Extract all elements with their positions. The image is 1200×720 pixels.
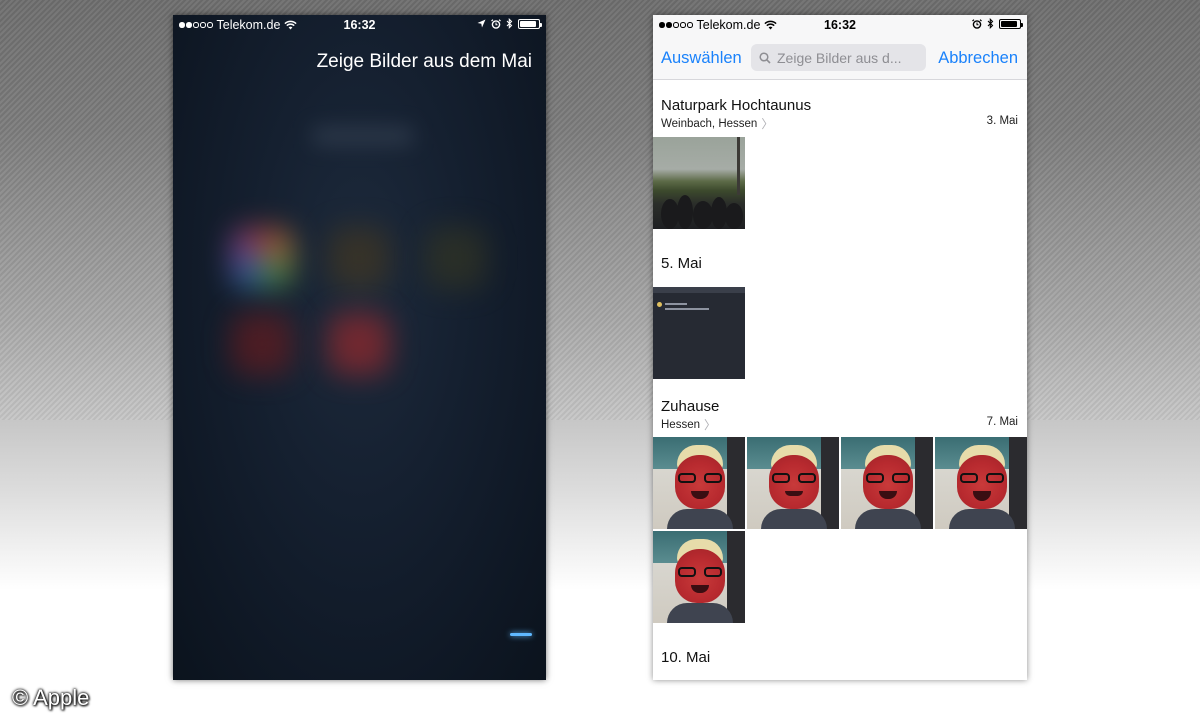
cancel-button[interactable]: Abbrechen bbox=[938, 49, 1018, 68]
section-date: 7. Mai bbox=[986, 416, 1018, 428]
chevron-right-icon: 〉 bbox=[704, 418, 717, 432]
blurred-app-2 bbox=[328, 227, 390, 289]
blurred-app-4 bbox=[231, 313, 293, 375]
photo-thumbnail-crowd[interactable] bbox=[653, 137, 745, 229]
navigation-bar: Telekom.de 16:32 Auswählen Zeige Bilder … bbox=[653, 15, 1027, 80]
image-credit: © Apple bbox=[12, 685, 90, 710]
photos-search-screen: Telekom.de 16:32 Auswählen Zeige Bilder … bbox=[653, 15, 1027, 680]
section-location[interactable]: Weinbach, Hessen 〉 bbox=[661, 115, 773, 132]
section-title[interactable]: 5. Mai bbox=[661, 255, 702, 272]
siri-screen: Telekom.de 16:32 Zeige Bilder aus dem Ma… bbox=[173, 15, 546, 680]
photo-thumbnail-screenshot[interactable] bbox=[653, 287, 745, 379]
alarm-icon bbox=[491, 18, 501, 29]
status-icons bbox=[477, 18, 542, 29]
siri-waveform-icon[interactable] bbox=[510, 633, 532, 636]
blurred-homescreen bbox=[173, 15, 546, 680]
section-location[interactable]: Hessen 〉 bbox=[661, 416, 716, 433]
status-icons bbox=[972, 18, 1023, 29]
photo-thumbnail-kid[interactable] bbox=[935, 437, 1027, 529]
siri-query-text: Zeige Bilder aus dem Mai bbox=[316, 51, 532, 72]
section-title[interactable]: Zuhause bbox=[661, 398, 719, 415]
section-title[interactable]: 10. Mai bbox=[661, 649, 710, 666]
status-bar: Telekom.de 16:32 bbox=[653, 15, 1027, 35]
blurred-app-3 bbox=[425, 227, 487, 289]
photo-thumbnail-kid[interactable] bbox=[747, 437, 839, 529]
bluetooth-icon bbox=[506, 18, 513, 29]
section-subtitle: Hessen bbox=[661, 418, 700, 431]
blurred-label bbox=[313, 127, 413, 145]
battery-icon bbox=[518, 18, 542, 29]
search-icon bbox=[759, 51, 771, 64]
battery-icon bbox=[999, 18, 1023, 29]
blurred-app-photos bbox=[231, 227, 293, 289]
search-input[interactable]: Zeige Bilder aus d... bbox=[777, 50, 902, 66]
status-time: 16:32 bbox=[824, 18, 856, 32]
status-bar: Telekom.de 16:32 bbox=[173, 15, 546, 35]
alarm-icon bbox=[972, 18, 982, 29]
chevron-right-icon: 〉 bbox=[761, 117, 774, 131]
section-title[interactable]: Naturpark Hochtaunus bbox=[661, 97, 811, 114]
photo-thumbnail-kid[interactable] bbox=[653, 437, 745, 529]
bluetooth-icon bbox=[987, 18, 994, 29]
photo-thumbnail-kid[interactable] bbox=[841, 437, 933, 529]
section-date: 3. Mai bbox=[986, 115, 1018, 127]
section-subtitle: Weinbach, Hessen bbox=[661, 117, 758, 130]
select-button[interactable]: Auswählen bbox=[661, 49, 742, 68]
search-field[interactable]: Zeige Bilder aus d... bbox=[751, 44, 926, 71]
blurred-app-5 bbox=[328, 313, 390, 375]
location-icon bbox=[477, 19, 486, 27]
photo-thumbnail-kid[interactable] bbox=[653, 531, 745, 623]
